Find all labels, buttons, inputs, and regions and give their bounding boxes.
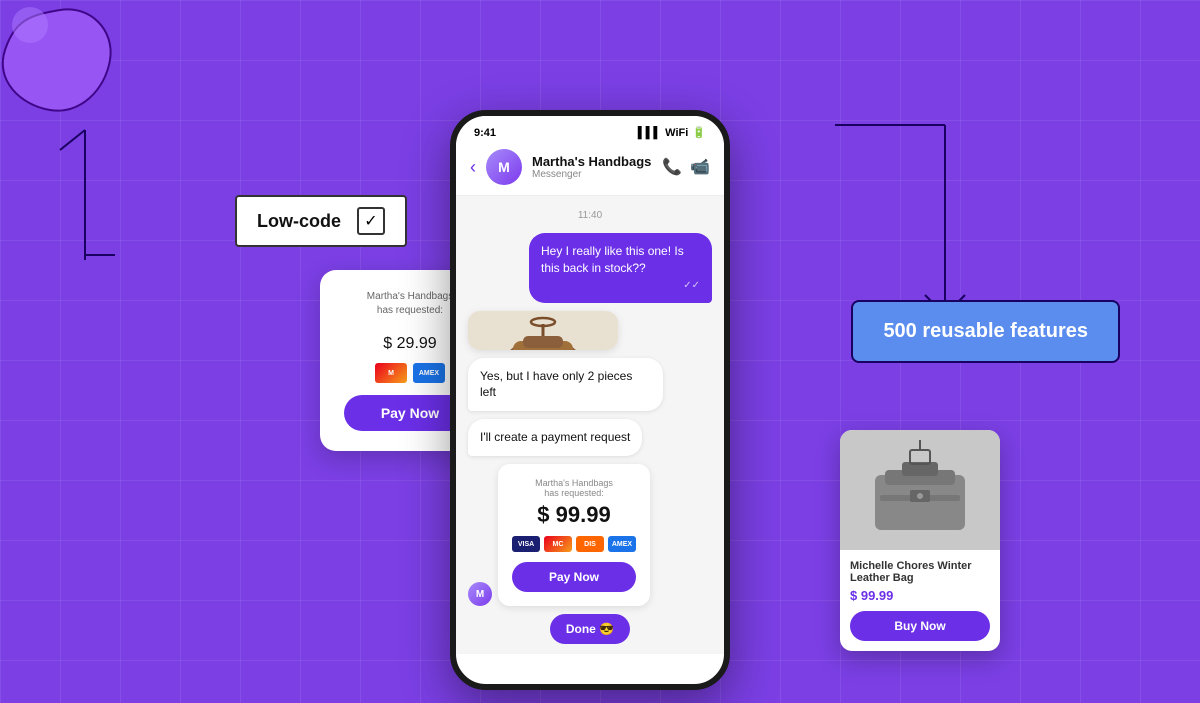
product-img-summer [468, 311, 618, 350]
done-button[interactable]: Done 😎 [550, 614, 630, 644]
low-code-box: Low-code ✓ [235, 195, 407, 247]
back-button[interactable]: ‹ [470, 157, 476, 178]
maestro-icon: M [375, 363, 407, 383]
product-card-summer: Michelle Chores Summer Leather Bag $169.… [468, 311, 618, 350]
chat-time: 11:40 [468, 210, 712, 221]
phone-mockup: 9:41 ▌▌▌ WiFi 🔋 ‹ M Martha's Handbags Me… [450, 110, 730, 690]
mastercard-icon: MC [544, 536, 572, 552]
phone-time: 9:41 [474, 127, 496, 139]
amex-icon-chat: AMEX [608, 536, 636, 552]
read-receipt: ✓✓ [541, 279, 700, 293]
amex-icon: AMEX [413, 363, 445, 383]
product-name-winter: Michelle Chores Winter Leather Bag [850, 560, 990, 584]
payment-req-amount: $ 99.99 [512, 502, 636, 528]
contact-sub: Messenger [532, 169, 652, 180]
product-img-winter [840, 430, 1000, 550]
pay-now-button-chat[interactable]: Pay Now [512, 562, 636, 592]
discover-icon: DIS [576, 536, 604, 552]
call-icon[interactable]: 📞 [662, 157, 682, 177]
wifi-icon: WiFi [665, 127, 688, 139]
product-price-winter: $ 99.99 [850, 588, 990, 603]
payment-req-text: Martha's Handbagshas requested: [512, 478, 636, 498]
payment-req-cards: VISA MC DIS AMEX [512, 536, 636, 552]
phone-header: ‹ M Martha's Handbags Messenger 📞 📹 [456, 143, 724, 196]
contact-info: Martha's Handbags Messenger [532, 154, 652, 180]
chat-area: 11:40 Hey I really like this one! Is thi… [456, 196, 724, 654]
phone-actions: 📞 📹 [662, 157, 710, 177]
features-box: 500 reusable features [851, 300, 1120, 363]
payment-request-row: M Martha's Handbagshas requested: $ 99.9… [468, 464, 712, 606]
decorative-blob [0, 0, 120, 120]
chat-avatar-small: M [468, 582, 492, 606]
battery-icon: 🔋 [692, 126, 706, 139]
user-message-1: Hey I really like this one! Is this back… [529, 233, 712, 303]
payment-request-chat: Martha's Handbagshas requested: $ 99.99 … [498, 464, 650, 606]
low-code-check: ✓ [357, 207, 385, 235]
arrow-left [55, 110, 115, 270]
phone-status-icons: ▌▌▌ WiFi 🔋 [638, 126, 706, 139]
signal-icon: ▌▌▌ [638, 127, 661, 139]
low-code-label: Low-code [257, 211, 341, 232]
bot-message-2: I'll create a payment request [468, 419, 642, 456]
contact-avatar: M [486, 149, 522, 185]
bot-message-1: Yes, but I have only 2 pieces left [468, 358, 663, 412]
product-info-winter: Michelle Chores Winter Leather Bag $ 99.… [840, 550, 1000, 651]
video-icon[interactable]: 📹 [690, 157, 710, 177]
contact-name: Martha's Handbags [532, 154, 652, 169]
buy-now-button[interactable]: Buy Now [850, 611, 990, 641]
phone-status-bar: 9:41 ▌▌▌ WiFi 🔋 [456, 116, 724, 143]
visa-icon: VISA [512, 536, 540, 552]
product-card-winter: Michelle Chores Winter Leather Bag $ 99.… [840, 430, 1000, 651]
